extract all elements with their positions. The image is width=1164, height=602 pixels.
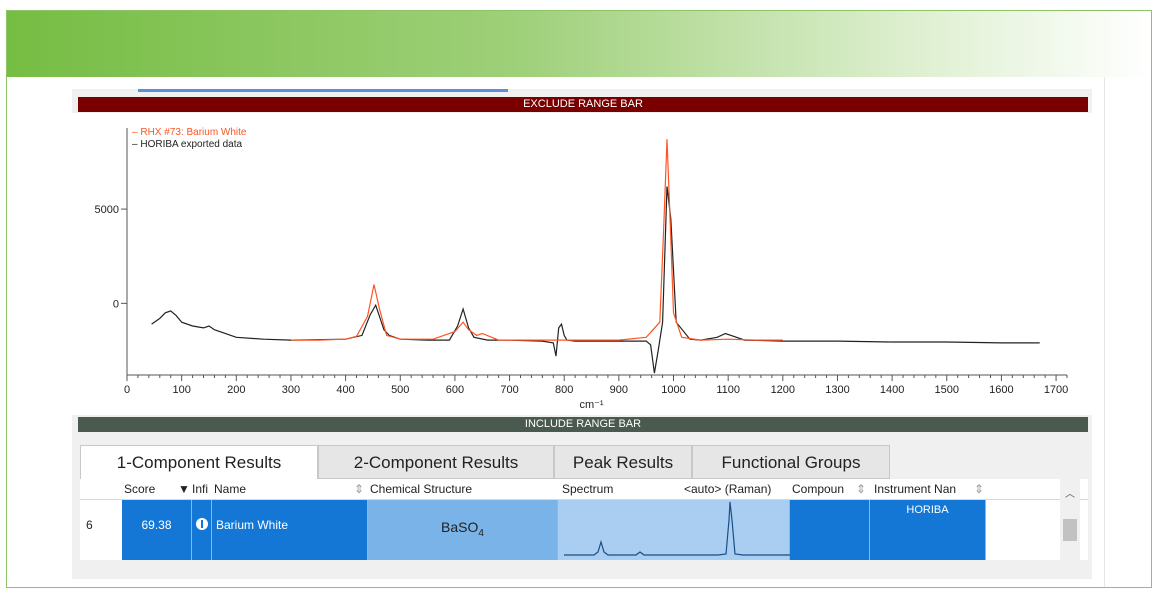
header-banner bbox=[7, 11, 1151, 77]
chemical-subscript: 4 bbox=[478, 527, 484, 539]
column-resize-icon[interactable]: ⇕ bbox=[354, 482, 364, 496]
vertical-scrollbar[interactable]: ︿ bbox=[1060, 479, 1080, 579]
score-cell[interactable]: 69.38 bbox=[122, 500, 192, 560]
chemical-formula: BaSO bbox=[441, 519, 479, 535]
spectrum-plot[interactable]: 0 100 200 300 400 500 600 700 800 900 1000 1100 1200… bbox=[72, 113, 1092, 415]
spectrum-thumbnail bbox=[564, 501, 790, 556]
x-tick-label: 900 bbox=[610, 384, 628, 396]
x-tick-label: 500 bbox=[391, 384, 409, 396]
name-cell[interactable]: Barium White bbox=[212, 500, 368, 560]
figure-frame: EXCLUDE RANGE BAR 0 100 200 300 400 500 600 700… bbox=[6, 10, 1152, 588]
chevron-up-icon[interactable]: ︿ bbox=[1065, 485, 1075, 500]
y-tick-label: 0 bbox=[113, 298, 119, 310]
scrollbar-thumb[interactable] bbox=[1063, 519, 1077, 541]
spectrum-chart: 0 100 200 300 400 500 600 700 800 900 1000 1100 1200… bbox=[95, 128, 1068, 411]
compound-cell[interactable] bbox=[790, 500, 870, 560]
y-tick-label: 5000 bbox=[95, 204, 119, 216]
series-line-barium-white bbox=[291, 139, 783, 341]
legend-label: RHX #73: Barium White bbox=[140, 127, 247, 138]
legend-label: HORIBA exported data bbox=[140, 139, 243, 150]
include-range-bar[interactable]: INCLUDE RANGE BAR bbox=[78, 417, 1088, 432]
x-tick-label: 700 bbox=[500, 384, 518, 396]
x-tick-label: 300 bbox=[282, 384, 300, 396]
legend-item-barium-white: – RHX #73: Barium White bbox=[132, 127, 247, 138]
column-compound[interactable]: Compoun bbox=[792, 482, 844, 496]
exclude-range-bar[interactable]: EXCLUDE RANGE BAR bbox=[78, 97, 1088, 112]
x-tick-label: 0 bbox=[124, 384, 130, 396]
column-resize-icon[interactable]: ⇕ bbox=[974, 482, 984, 496]
column-spectrum[interactable]: Spectrum bbox=[562, 482, 613, 496]
sort-desc-icon[interactable]: ▼ bbox=[178, 482, 190, 496]
column-chemical-structure[interactable]: Chemical Structure bbox=[370, 482, 472, 496]
x-tick-label: 1100 bbox=[716, 384, 740, 396]
tab-2-component-results[interactable]: 2-Component Results bbox=[318, 445, 554, 479]
x-tick-label: 1000 bbox=[661, 384, 685, 396]
chemical-structure-cell[interactable]: BaSO4 bbox=[368, 500, 558, 560]
x-tick-label: 1600 bbox=[989, 384, 1013, 396]
results-grid-header: Score ▼ Infi Name ⇕ Chemical Structure S… bbox=[80, 479, 1088, 500]
x-tick-label: 400 bbox=[336, 384, 354, 396]
info-icon[interactable] bbox=[192, 500, 212, 550]
series-line-horiba bbox=[151, 186, 1040, 374]
window-accent bbox=[138, 89, 508, 92]
x-tick-label: 1200 bbox=[771, 384, 795, 396]
software-window: EXCLUDE RANGE BAR 0 100 200 300 400 500 600 700… bbox=[72, 89, 1092, 579]
column-instrument-name[interactable]: Instrument Nan bbox=[874, 482, 956, 496]
tab-functional-groups[interactable]: Functional Groups bbox=[692, 445, 890, 479]
divider-line bbox=[1104, 77, 1105, 587]
tab-peak-results[interactable]: Peak Results bbox=[554, 445, 692, 479]
column-info[interactable]: Infi bbox=[192, 482, 208, 496]
spectrum-thumbnail-cell[interactable] bbox=[558, 500, 790, 560]
info-cell[interactable] bbox=[192, 500, 212, 560]
chart-legend: – RHX #73: Barium White – HORIBA exporte… bbox=[132, 127, 247, 151]
x-tick-label: 1400 bbox=[880, 384, 904, 396]
instrument-cell[interactable]: HORIBA bbox=[870, 500, 986, 560]
row-index: 6 bbox=[86, 518, 93, 532]
column-score[interactable]: Score bbox=[124, 482, 155, 496]
x-tick-label: 100 bbox=[172, 384, 190, 396]
legend-item-horiba: – HORIBA exported data bbox=[132, 139, 243, 150]
x-tick-label: 200 bbox=[227, 384, 245, 396]
tab-1-component-results[interactable]: 1-Component Results bbox=[80, 445, 318, 480]
column-spectrum-auto[interactable]: <auto> (Raman) bbox=[684, 482, 771, 496]
x-tick-label: 600 bbox=[446, 384, 464, 396]
x-axis-label: cm⁻¹ bbox=[579, 399, 603, 411]
x-tick-label: 1300 bbox=[825, 384, 849, 396]
column-resize-icon[interactable]: ⇕ bbox=[856, 482, 866, 496]
results-tabs: 1-Component Results 2-Component Results … bbox=[80, 445, 1088, 480]
table-row[interactable]: 6 69.38 Barium White BaSO4 HORIBA bbox=[80, 500, 1088, 560]
x-tick-label: 1500 bbox=[935, 384, 959, 396]
column-name[interactable]: Name bbox=[214, 482, 246, 496]
x-tick-label: 1700 bbox=[1044, 384, 1068, 396]
x-tick-label: 800 bbox=[555, 384, 573, 396]
